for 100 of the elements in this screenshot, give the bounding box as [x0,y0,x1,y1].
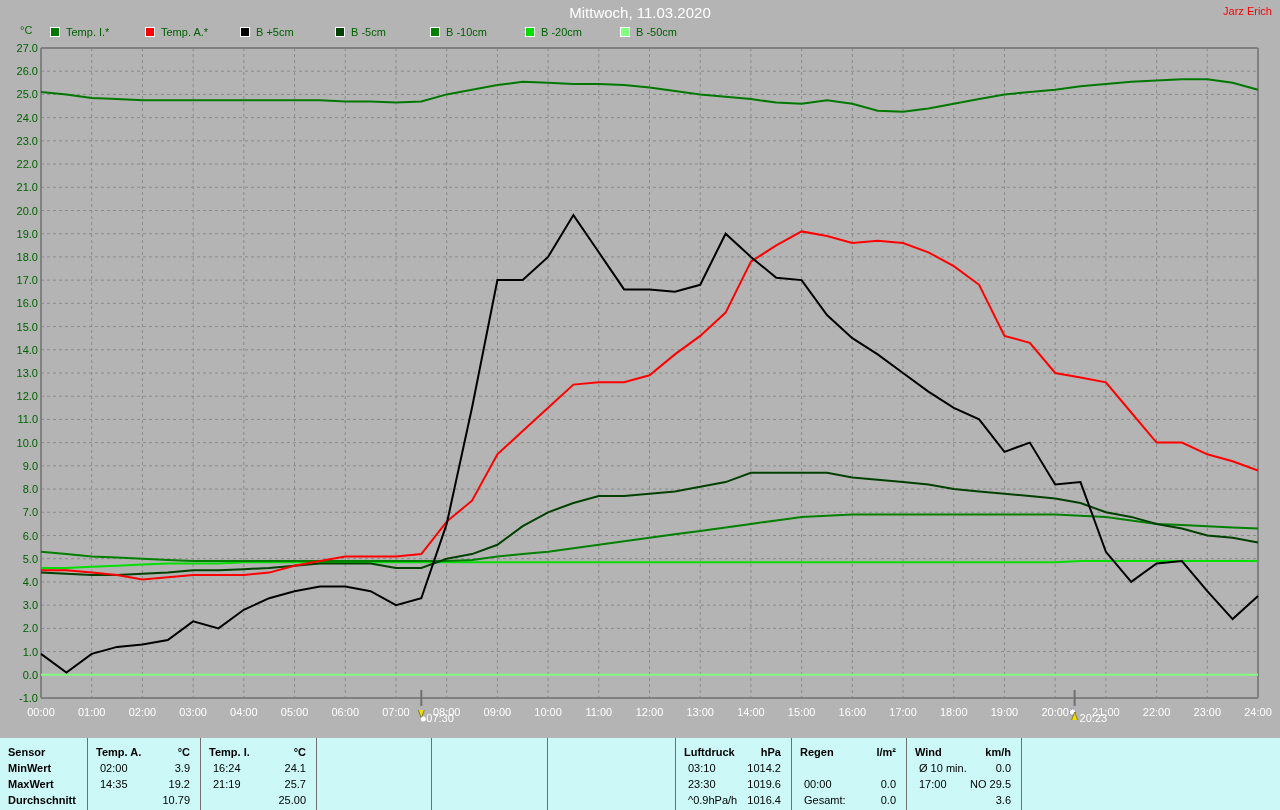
table-cell-text: 02:00 [99,762,128,774]
x-tick-label: 13:00 [686,706,714,718]
table-cell: 3.9 [174,762,190,774]
y-tick-label: 9.0 [22,459,38,472]
column-header: Luftdruck [684,746,735,758]
x-tick-label: 22:00 [1142,706,1171,718]
table-cell: 3.6 [995,794,1011,806]
table-cell: 19.2 [168,778,190,790]
table-cell-text: 03:10 [687,762,716,774]
y-tick-label: 7.0 [22,506,38,519]
x-tick-label: 16:00 [838,706,867,718]
x-tick-label: 20:00 [1041,706,1069,718]
unit-header: °C [177,746,190,758]
x-tick-label: 09:00 [483,706,512,718]
y-tick-label: 15.0 [16,320,38,333]
y-tick-label: 16.0 [16,297,38,310]
unit-header: hPa [760,746,781,758]
table-cell: NO 29.5 [970,778,1011,790]
x-tick-label: 19:00 [990,706,1019,718]
x-tick-label: 10:00 [534,706,562,718]
unit-header: °C [293,746,306,758]
column-header: Regen [800,746,834,758]
x-tick-label: 23:00 [1193,706,1222,718]
chart-title: Mittwoch, 11.03.2020 [569,3,711,21]
y-tick-label: 21.0 [16,181,38,194]
y-axis-unit: °C [20,24,33,36]
table-cell-text: 21:19 [212,778,241,790]
x-tick-label: 15:00 [787,706,816,718]
legend-label: B -50cm [636,26,677,38]
y-tick-label: 27.0 [16,42,38,54]
y-tick-label: 26.0 [16,65,38,78]
y-tick-label: 22.0 [16,158,38,171]
table-cell-text: Ø 10 min. [918,762,967,774]
x-tick-label: 14:00 [737,706,765,718]
legend-label: B -20cm [541,26,582,38]
table-cell-text: 14:35 [99,778,128,790]
row-label: Sensor [8,745,47,760]
y-tick-label: 6.0 [22,529,38,542]
y-tick-label: 24.0 [16,111,38,124]
x-tick-label: 11:00 [585,706,613,718]
y-tick-label: 14.0 [16,343,38,356]
marker-tick [420,689,423,707]
table-cell: 24.1 [284,762,306,774]
table-cell-text: 17:00 [918,778,947,790]
table-cell: 1014.2 [747,762,781,774]
column-header: Temp. I. [209,746,250,758]
y-tick-label: 4.0 [22,575,38,588]
legend-label: Temp. I.* [66,26,110,38]
table-cell: 10.79 [162,794,190,806]
y-tick-label: 17.0 [16,274,38,287]
table-cell: 1019.6 [747,778,781,790]
y-tick-label: 25.0 [16,88,38,101]
legend-label: B +5cm [256,26,294,38]
column-header: Temp. A. [96,746,142,758]
legend-label: Temp. A.* [161,26,209,38]
x-tick-label: 00:00 [27,706,55,718]
y-tick-label: 0.0 [22,668,38,681]
row-label: Durchschnitt [8,793,77,808]
row-label: MaxWert [8,777,55,792]
table-cell: 1016.4 [747,794,781,806]
y-tick-label: 18.0 [16,250,38,263]
unit-header: l/m² [876,746,896,758]
table-cell-text: 00:00 [803,778,832,790]
row-label: MinWert [8,761,53,776]
table-cell: 25.7 [284,778,306,790]
table-cell: 0.0 [880,778,896,790]
table-cell-text: 23:30 [687,778,716,790]
legend-label: B -5cm [351,26,386,38]
y-tick-label: 10.0 [16,436,38,449]
x-tick-label: 24:00 [1244,706,1272,718]
legend-label: B -10cm [446,26,487,38]
x-tick-label: 03:00 [179,706,207,718]
y-tick-label: 8.0 [22,483,38,496]
x-tick-label: 17:00 [889,706,917,718]
x-tick-label: 12:00 [635,706,664,718]
x-tick-label: 02:00 [128,706,157,718]
y-tick-label: 1.0 [22,645,38,658]
x-tick-label: 01:00 [77,706,106,718]
y-tick-label: 13.0 [16,367,38,379]
y-tick-label: 2.0 [22,622,38,635]
y-tick-label: 23.0 [16,134,38,147]
y-tick-label: 12.0 [16,390,38,403]
x-tick-label: 04:00 [230,706,258,718]
y-tick-label: 3.0 [22,599,38,612]
x-tick-label: 07:00 [382,706,410,718]
y-tick-label: 11.0 [17,413,38,426]
y-tick-label: 20.0 [16,204,38,217]
y-tick-label: -1.0 [19,692,38,704]
table-cell: 25.00 [278,794,306,806]
column-header: Wind [915,746,942,758]
y-tick-label: 19.0 [16,227,38,240]
sunset-icon [1069,708,1078,721]
table-cell-text: ^0.9hPa/h [687,794,738,806]
sunrise-icon [417,709,426,722]
author-name: Jarz Erich [1223,5,1272,17]
x-tick-label: 06:00 [331,706,359,718]
y-tick-label: 5.0 [22,552,38,565]
x-tick-label: 18:00 [940,706,968,718]
unit-header: km/h [985,746,1011,758]
table-cell: 0.0 [995,762,1011,774]
